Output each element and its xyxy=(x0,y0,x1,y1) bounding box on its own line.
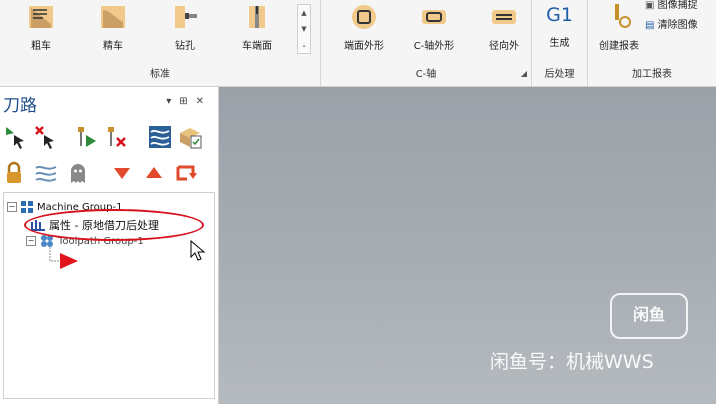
face-turn-button[interactable]: 车端面 xyxy=(228,4,286,52)
watermark-text: 闲鱼号：机械WWS xyxy=(490,351,654,373)
create-report-label: 创建报表 xyxy=(599,41,639,52)
lock-button[interactable] xyxy=(0,159,28,187)
face-contour-icon xyxy=(352,5,376,29)
regenerate-button[interactable] xyxy=(72,123,100,151)
red-highlight-ellipse xyxy=(24,209,204,241)
ribbon-group-label: C-轴 xyxy=(415,69,437,80)
radial-contour-button[interactable]: 径向外 xyxy=(475,4,533,52)
backplot-button[interactable] xyxy=(146,123,174,151)
c-axis-contour-icon xyxy=(422,10,446,24)
ribbon-gallery-scroll[interactable]: ▲ ▼ ⌄ xyxy=(297,4,311,54)
ribbon-group-label: 加工报表 xyxy=(632,69,672,80)
drill-button[interactable]: 钻孔 xyxy=(156,4,214,52)
image-capture-label: 图像捕捉 xyxy=(657,0,698,11)
collapse-icon[interactable]: − xyxy=(7,202,17,212)
lock-icon xyxy=(7,161,21,183)
face-turn-icon xyxy=(249,6,265,28)
create-report-icon xyxy=(615,4,631,28)
insert-arrow-button[interactable] xyxy=(174,159,202,187)
deselect-all-icon xyxy=(35,126,54,149)
watermark-logo: 闲鱼 xyxy=(610,293,688,339)
generate-label: 生成 xyxy=(549,38,570,49)
ghost-icon xyxy=(71,164,85,183)
ribbon-group-report: 创建报表 ▣ 图像捕捉 ▤ 清除图像 加工报表 xyxy=(588,0,716,86)
finish-turn-icon xyxy=(101,6,125,28)
regenerate-icon xyxy=(78,127,96,147)
deselect-all-button[interactable] xyxy=(32,123,60,151)
drill-icon xyxy=(175,6,197,28)
machine-group-icon xyxy=(21,201,33,213)
image-capture-icon: ▣ xyxy=(645,0,655,11)
regenerate-dirty-icon xyxy=(108,127,126,147)
g1-icon: G1 xyxy=(546,4,573,26)
ribbon: 粗车 精车 钻孔 车端面 ▲ ▼ ⌄ 标准 端面外形 C-轴外形 径向外 C-轴… xyxy=(0,0,716,87)
close-icon[interactable]: ✕ xyxy=(196,96,212,107)
rough-turn-button[interactable]: 粗车 xyxy=(12,4,70,52)
panel-dropdown-icon[interactable]: ▾ xyxy=(166,96,179,107)
drill-label: 钻孔 xyxy=(175,41,195,52)
image-capture-button[interactable]: ▣ 图像捕捉 xyxy=(645,0,698,11)
move-down-button[interactable] xyxy=(108,159,136,187)
ribbon-group-c-axis: 端面外形 C-轴外形 径向外 C-轴 ◢ xyxy=(321,0,532,86)
toggle-display-button[interactable] xyxy=(32,159,60,187)
verify-icon xyxy=(180,128,202,149)
ribbon-group-label: 后处理 xyxy=(544,69,575,80)
panel-title: 刀路 xyxy=(3,96,37,116)
generate-button[interactable]: G1 生成 xyxy=(532,4,587,50)
create-report-button[interactable]: 创建报表 xyxy=(590,4,648,52)
rough-turn-icon xyxy=(29,6,53,28)
clear-image-label: 清除图像 xyxy=(657,20,698,31)
insert-pointer-icon xyxy=(49,247,78,269)
toolpaths-panel: 刀路 ▾⊞✕ − Machine Group-1 属性 - 原地借刀后处理 − … xyxy=(0,87,219,404)
arrow-down-icon xyxy=(114,168,130,179)
c-axis-contour-label: C-轴外形 xyxy=(413,41,455,52)
panel-controls: ▾⊞✕ xyxy=(166,96,212,107)
move-up-button[interactable] xyxy=(140,159,168,187)
toggle-post-button[interactable] xyxy=(64,159,92,187)
dialog-launcher-icon[interactable]: ◢ xyxy=(521,69,527,78)
ribbon-group-label: 标准 xyxy=(150,69,170,80)
select-all-icon xyxy=(6,127,24,149)
verify-button[interactable] xyxy=(176,123,204,151)
ribbon-group-post: G1 生成 后处理 xyxy=(532,0,588,86)
radial-contour-label: 径向外 xyxy=(489,41,519,52)
select-all-button[interactable] xyxy=(2,123,30,151)
ribbon-group-standard: 粗车 精车 钻孔 车端面 ▲ ▼ ⌄ 标准 xyxy=(0,0,321,86)
insert-arrow-icon xyxy=(176,165,197,181)
face-contour-label: 端面外形 xyxy=(344,41,384,52)
face-contour-button[interactable]: 端面外形 xyxy=(335,4,393,52)
clear-image-icon: ▤ xyxy=(645,20,655,31)
pin-icon[interactable]: ⊞ xyxy=(179,96,195,107)
radial-contour-icon xyxy=(492,10,516,24)
regenerate-dirty-button[interactable] xyxy=(102,123,130,151)
finish-turn-label: 精车 xyxy=(103,41,123,52)
mouse-cursor-icon xyxy=(190,240,206,261)
collapse-icon[interactable]: − xyxy=(26,236,36,246)
finish-turn-button[interactable]: 精车 xyxy=(84,4,142,52)
toolpath-display-icon xyxy=(35,165,57,182)
face-turn-label: 车端面 xyxy=(242,41,272,52)
rough-turn-label: 粗车 xyxy=(31,41,51,52)
clear-image-button[interactable]: ▤ 清除图像 xyxy=(645,16,698,31)
arrow-up-icon xyxy=(146,167,162,178)
c-axis-contour-button[interactable]: C-轴外形 xyxy=(405,4,463,52)
backplot-icon xyxy=(149,126,171,148)
